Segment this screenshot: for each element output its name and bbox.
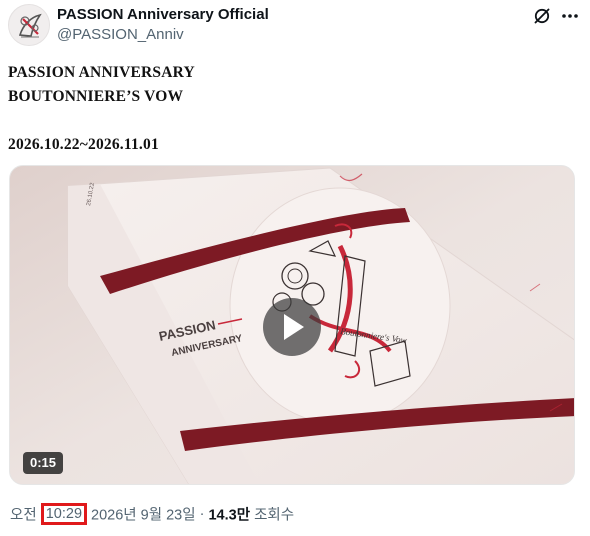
tweet-date[interactable]: 2026년 9월 23일 bbox=[91, 508, 196, 524]
views-count[interactable]: 14.3만 bbox=[208, 508, 250, 524]
account-handle[interactable]: @PASSION_Anniv bbox=[57, 26, 184, 43]
account-avatar[interactable] bbox=[8, 4, 50, 46]
video-player[interactable]: PASSION ANNIVERSARY 26.10.22 Boutonniere… bbox=[9, 165, 575, 485]
passion-logo-icon bbox=[9, 5, 49, 45]
grok-icon[interactable] bbox=[532, 6, 552, 26]
tweet-text: PASSION ANNIVERSARY BOUTONNIERE’S VOW 20… bbox=[8, 61, 578, 157]
tweet-line-title: PASSION ANNIVERSARY bbox=[8, 64, 195, 81]
more-icon[interactable] bbox=[560, 6, 580, 26]
tweet-meta: 오전 10:29 2026년 9월 23일 · 14.3만 조회수 bbox=[10, 503, 294, 525]
play-icon bbox=[284, 314, 304, 340]
tweet-time[interactable]: 10:29 bbox=[40, 503, 88, 525]
display-name[interactable]: PASSION Anniversary Official bbox=[57, 6, 269, 23]
tweet-line-subtitle: BOUTONNIERE’S VOW bbox=[8, 88, 184, 105]
tweet-line-dates: 2026.10.22~2026.11.01 bbox=[8, 136, 159, 153]
meta-separator: · bbox=[199, 506, 205, 522]
play-button[interactable] bbox=[263, 298, 321, 356]
time-ampm: 오전 bbox=[10, 507, 37, 524]
views-label: 조회수 bbox=[254, 507, 295, 524]
tweet-header: PASSION Anniversary Official @PASSION_An… bbox=[8, 4, 582, 46]
video-duration: 0:15 bbox=[23, 452, 64, 474]
